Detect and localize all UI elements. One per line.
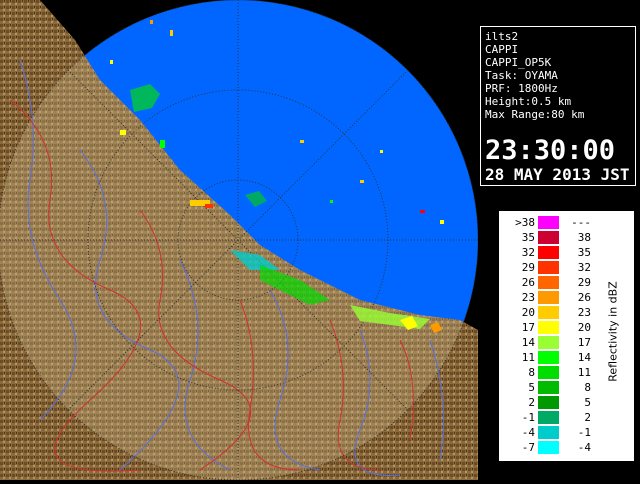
legend-high-value: 29 — [577, 276, 591, 289]
task-label: Task: OYAMA — [485, 69, 558, 82]
height-label: Height:0.5 km — [485, 95, 572, 108]
color-legend: >38 --- 35 38 32 35 29 32 26 29 23 26 20 23 17 20 14 17 11… — [498, 210, 635, 462]
legend-swatch — [538, 411, 559, 424]
legend-low-value: 5 — [528, 381, 535, 394]
legend-swatch — [538, 291, 559, 304]
date-label: 28 MAY 2013 JST — [485, 165, 630, 184]
legend-high-value: --- — [571, 216, 591, 229]
legend-swatch — [538, 426, 559, 439]
legend-high-value: 35 — [577, 246, 591, 259]
legend-high-value: 20 — [577, 321, 591, 334]
side-panel: ilts2 CAPPI CAPPI_OP5K Task: OYAMA PRF: … — [478, 0, 640, 480]
legend-swatch — [538, 396, 559, 409]
product-label: CAPPI — [485, 43, 519, 56]
radar-map[interactable] — [0, 0, 479, 481]
legend-swatch — [538, 246, 559, 259]
legend-swatch — [538, 261, 559, 274]
legend-swatch — [538, 336, 559, 349]
legend-low-value: 14 — [521, 336, 535, 349]
product-code: CAPPI_OP5K — [485, 56, 552, 69]
legend-low-value: -7 — [521, 441, 535, 454]
legend-high-value: 26 — [577, 291, 591, 304]
time-label: 23:30:00 — [485, 135, 616, 166]
legend-low-value: -1 — [521, 411, 535, 424]
legend-low-value: 29 — [521, 261, 535, 274]
legend-title-text: Reflectivity in dBZ — [606, 281, 620, 382]
legend-swatch — [538, 321, 559, 334]
legend-high-value: 32 — [577, 261, 591, 274]
legend-low-value: -4 — [521, 426, 535, 439]
legend-low-value: 2 — [528, 396, 535, 409]
legend-swatch — [538, 306, 559, 319]
legend-low-value: 11 — [521, 351, 535, 364]
legend-high-value: 23 — [577, 306, 591, 319]
legend-low-value: >38 — [515, 216, 535, 229]
legend-high-value: 38 — [577, 231, 591, 244]
radar-name: ilts2 — [485, 30, 519, 43]
legend-swatch — [538, 231, 559, 244]
legend-low-value: 23 — [521, 291, 535, 304]
legend-low-value: 26 — [521, 276, 535, 289]
radar-map-canvas — [0, 0, 479, 481]
legend-low-value: 32 — [521, 246, 535, 259]
info-box: ilts2 CAPPI CAPPI_OP5K Task: OYAMA PRF: … — [480, 26, 636, 186]
legend-high-value: -1 — [577, 426, 591, 439]
legend-swatch — [538, 276, 559, 289]
legend-low-value: 20 — [521, 306, 535, 319]
legend-high-value: 2 — [584, 411, 591, 424]
legend-low-value: 35 — [521, 231, 535, 244]
legend-high-value: 17 — [577, 336, 591, 349]
prf-label: PRF: 1800Hz — [485, 82, 558, 95]
legend-title: Reflectivity in dBZ — [603, 221, 623, 451]
legend-swatch — [538, 366, 559, 379]
legend-low-value: 8 — [528, 366, 535, 379]
legend-high-value: 14 — [577, 351, 591, 364]
max-range-label: Max Range:80 km — [485, 108, 585, 121]
legend-high-value: 11 — [577, 366, 591, 379]
legend-low-value: 17 — [521, 321, 535, 334]
legend-high-value: -4 — [577, 441, 591, 454]
legend-high-value: 5 — [584, 396, 591, 409]
legend-swatch — [538, 216, 559, 229]
legend-swatch — [538, 351, 559, 364]
legend-high-value: 8 — [584, 381, 591, 394]
legend-swatch — [538, 381, 559, 394]
legend-swatch — [538, 441, 559, 454]
